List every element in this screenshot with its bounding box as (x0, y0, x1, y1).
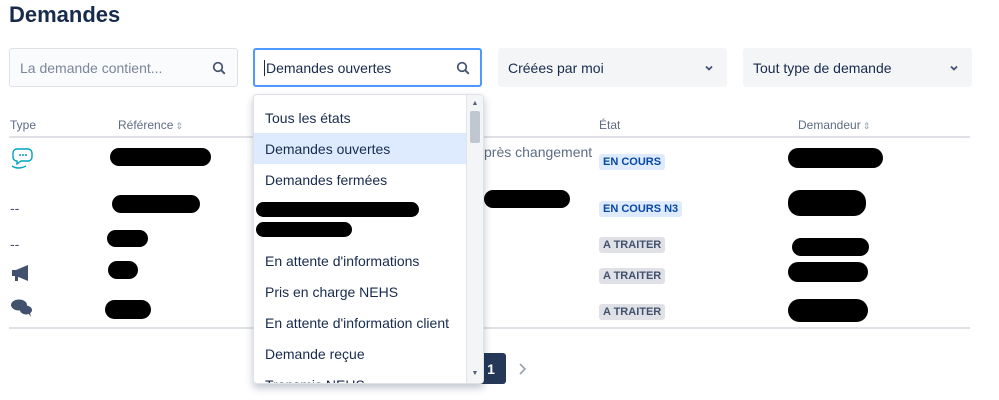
scroll-up-arrow-icon[interactable]: ▲ (467, 97, 483, 111)
redacted-requester (788, 148, 883, 168)
search-field[interactable]: La demande contient... (9, 48, 238, 87)
status-badge: EN COURS N3 (599, 201, 683, 217)
status-badge: EN COURS (599, 154, 666, 170)
type-empty: -- (10, 236, 20, 252)
redacted-requester (788, 190, 866, 216)
chevron-right-icon[interactable] (512, 357, 532, 381)
status-dropdown-menu[interactable]: Tous les états Demandes ouvertes Demande… (253, 94, 484, 384)
status-filter-value[interactable]: Demandes ouvertes (266, 60, 455, 76)
megaphone-icon (10, 264, 34, 287)
redacted-option-text (256, 222, 352, 237)
status-badge: A TRAITER (599, 237, 666, 253)
status-badge: A TRAITER (599, 268, 666, 284)
status-filter-input[interactable]: Demandes ouvertes (253, 48, 482, 87)
chevron-down-icon (946, 60, 962, 76)
scrollbar-thumb[interactable] (470, 111, 480, 143)
option-awaiting-information[interactable]: En attente d'informations (254, 245, 466, 276)
status-badge: A TRAITER (599, 304, 666, 320)
option-transmitted-nehs[interactable]: Transmis NEHS (254, 369, 466, 384)
redacted-requester (792, 238, 869, 256)
created-by-select[interactable]: Créées par moi (498, 48, 727, 87)
chevron-down-icon (701, 60, 717, 76)
column-header-status: État (599, 118, 621, 132)
redacted-reference (108, 261, 138, 279)
request-type-value: Tout type de demande (753, 59, 892, 76)
comments-icon (10, 298, 34, 323)
redacted-requester (788, 299, 868, 322)
table-bottom-divider (9, 327, 970, 329)
column-header-type: Type (10, 118, 37, 132)
search-input-placeholder[interactable]: La demande contient... (20, 60, 211, 76)
option-request-received[interactable]: Demande reçue (254, 338, 466, 369)
summary-text[interactable]: près changement (484, 144, 592, 160)
option-taken-by-nehs[interactable]: Pris en charge NEHS (254, 276, 466, 307)
redacted-reference (110, 148, 211, 166)
redacted-summary (484, 190, 570, 208)
sort-icon[interactable]: ⇕ (863, 121, 871, 131)
search-icon[interactable] (211, 60, 227, 76)
option-awaiting-client-info[interactable]: En attente d'information client (254, 307, 466, 338)
redacted-requester (788, 262, 868, 282)
table-header-divider (9, 136, 970, 138)
type-empty: -- (10, 200, 20, 216)
option-closed-requests[interactable]: Demandes fermées (254, 164, 466, 195)
scroll-down-arrow-icon[interactable]: ▼ (467, 367, 483, 381)
redacted-reference (112, 195, 200, 213)
option-all-states[interactable]: Tous les états (254, 102, 466, 133)
dropdown-scrollbar[interactable]: ▲ ▼ (466, 95, 483, 383)
request-type-select[interactable]: Tout type de demande (743, 48, 972, 87)
search-icon[interactable] (455, 60, 471, 76)
created-by-value: Créées par moi (508, 59, 604, 76)
column-header-requester[interactable]: Demandeur ⇕ (798, 118, 870, 132)
text-cursor (264, 59, 265, 76)
redacted-reference (105, 300, 151, 319)
redacted-reference (107, 230, 148, 247)
option-open-requests[interactable]: Demandes ouvertes (254, 133, 466, 164)
column-header-reference[interactable]: Référence ⇕ (118, 118, 183, 132)
sort-icon[interactable]: ⇕ (175, 121, 183, 131)
redacted-option-text (256, 202, 419, 217)
page-title: Demandes (9, 2, 121, 27)
chat-request-icon (10, 146, 36, 175)
